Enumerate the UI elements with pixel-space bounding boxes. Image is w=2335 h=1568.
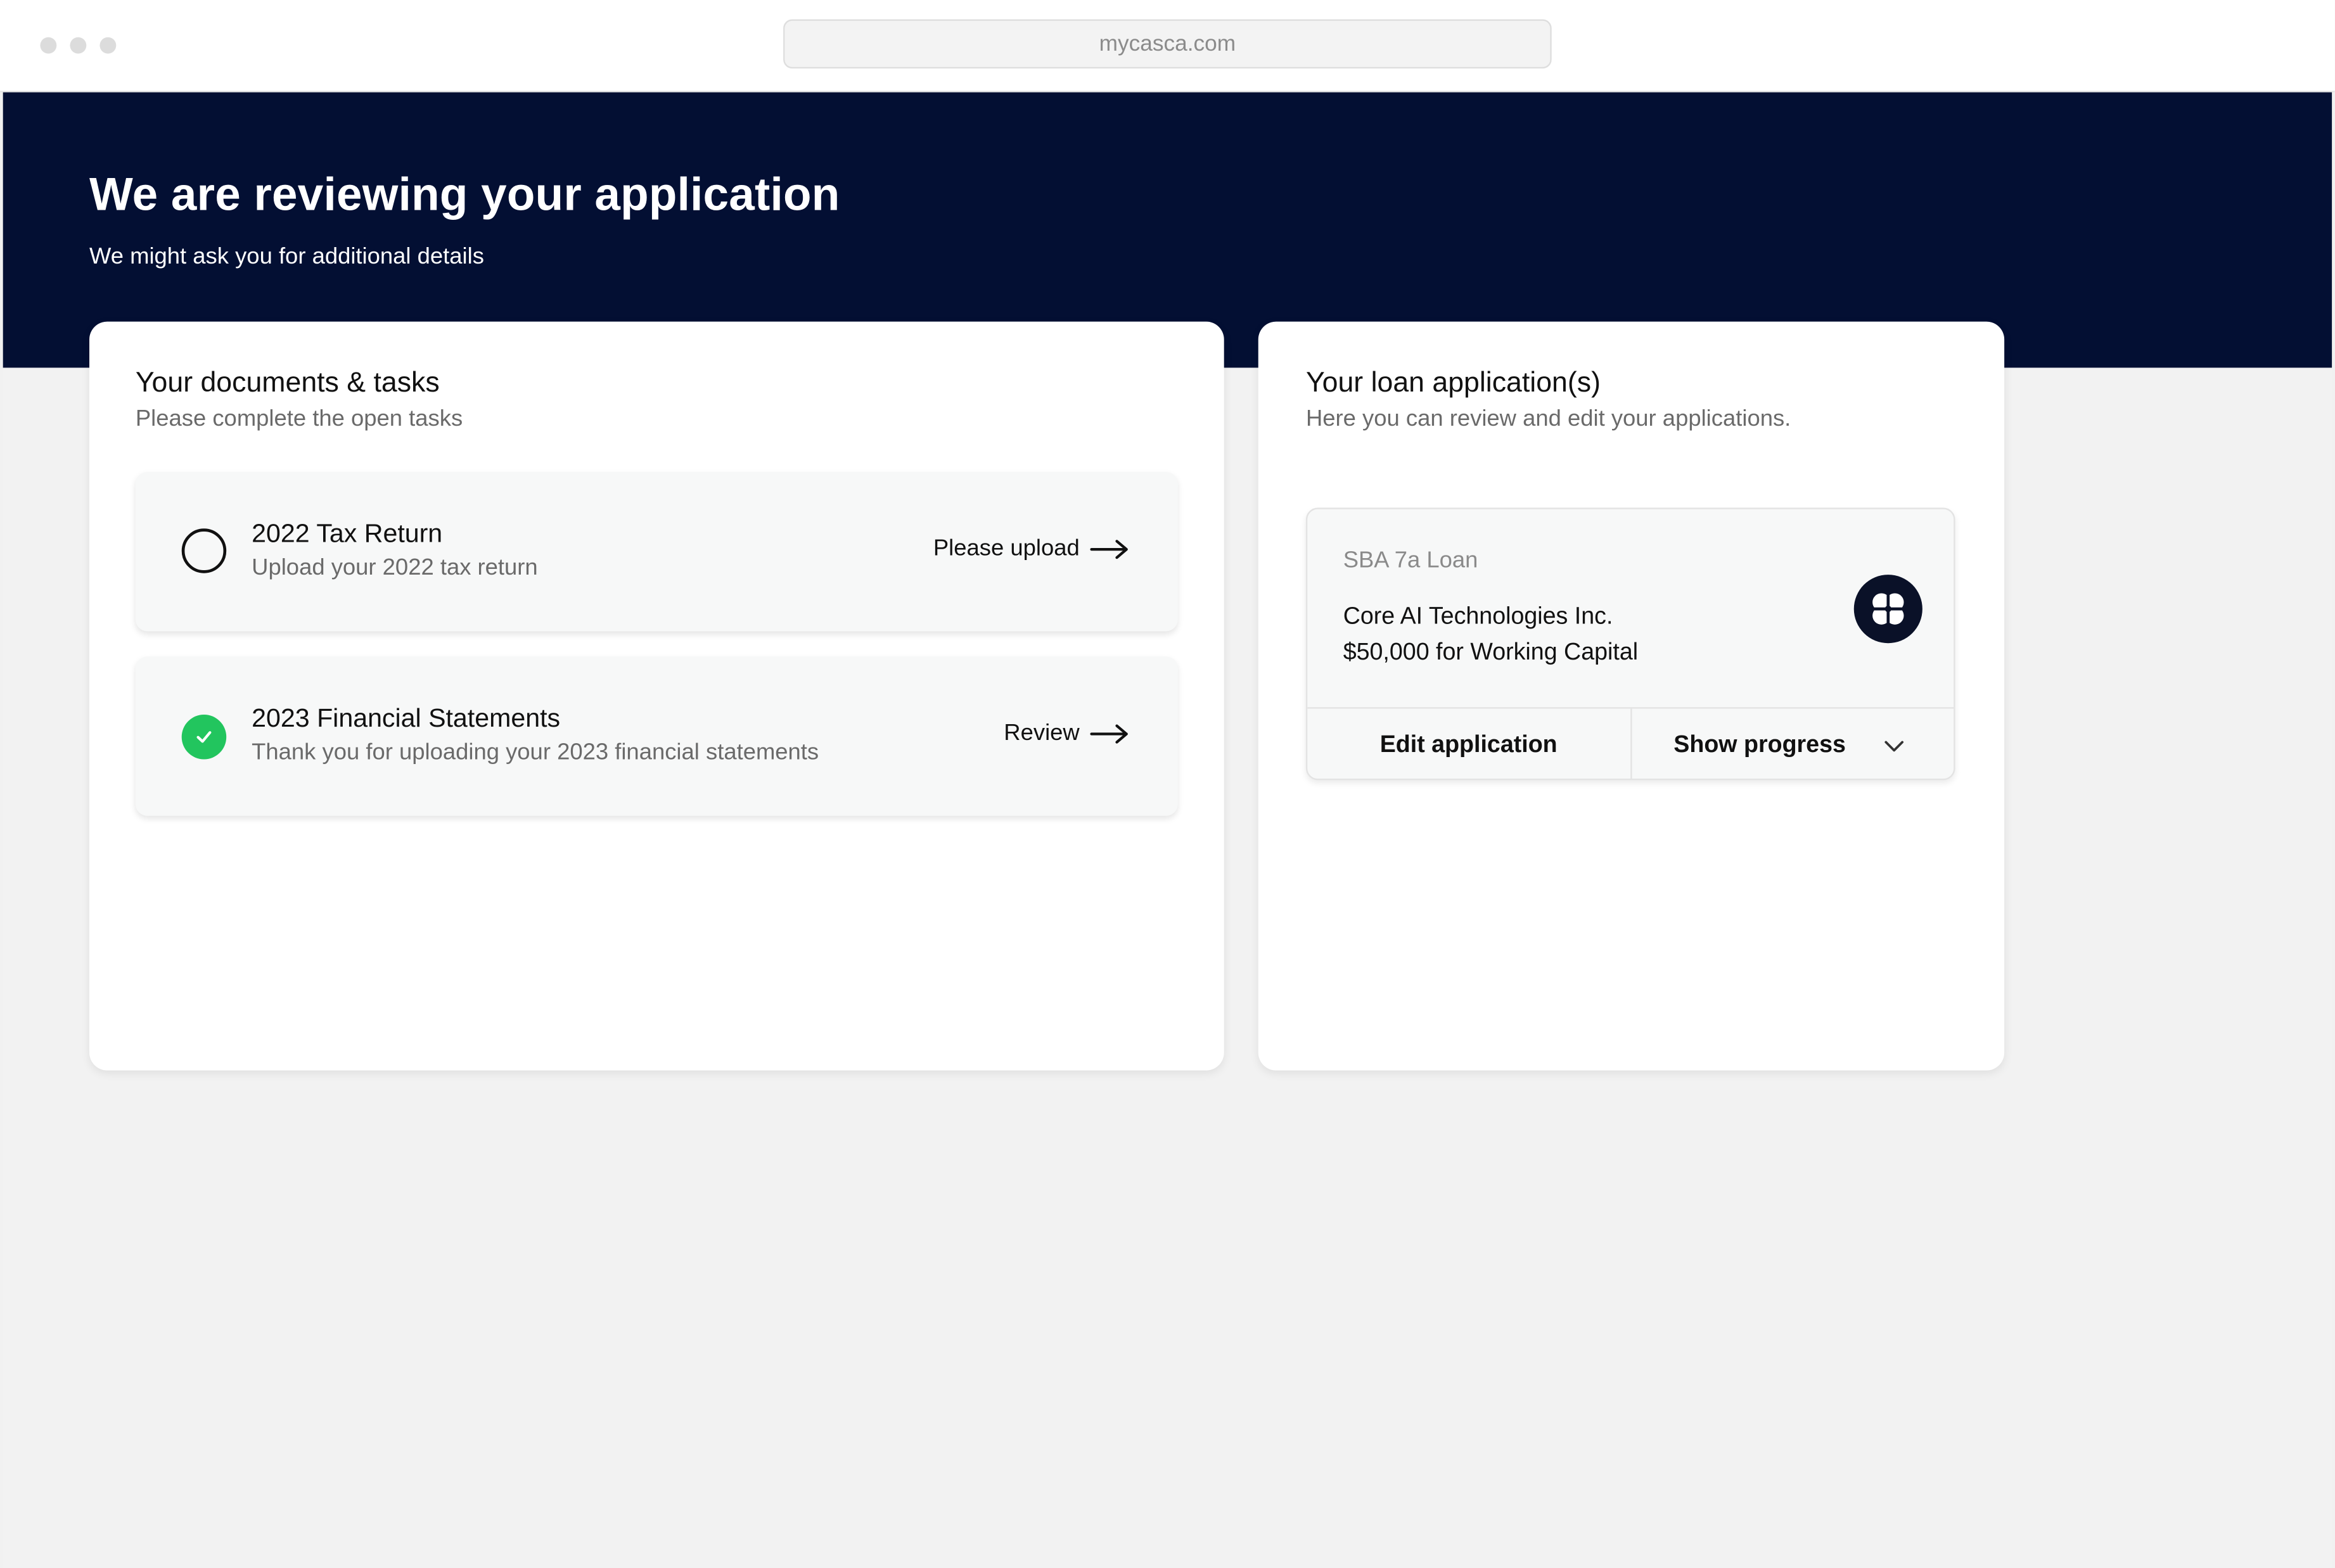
show-progress-label: Show progress <box>1673 732 1846 758</box>
loan-actions: Edit application Show progress <box>1307 707 1954 779</box>
clover-logo-icon <box>1853 575 1922 644</box>
address-bar-url: mycasca.com <box>1099 31 1236 57</box>
loans-card: Your loan application(s) Here you can re… <box>1258 321 2005 1071</box>
arrow-right-icon <box>1090 540 1128 559</box>
edit-application-label: Edit application <box>1379 732 1558 758</box>
task-description: Thank you for uploading your 2023 financ… <box>252 739 819 765</box>
documents-subtitle: Please complete the open tasks <box>135 406 463 432</box>
loan-amount: $50,000 for Working Capital <box>1343 640 1639 666</box>
task-description: Upload your 2022 tax return <box>252 555 538 581</box>
upload-link[interactable]: Please upload <box>933 536 1129 563</box>
task-financial-statements[interactable]: 2023 Financial Statements Thank you for … <box>135 656 1178 816</box>
task-title: 2022 Tax Return <box>252 518 443 548</box>
task-action-label: Please upload <box>933 535 1080 561</box>
empty-circle-icon <box>181 528 227 573</box>
window-close-dot[interactable] <box>40 37 57 54</box>
chevron-down-icon <box>1884 741 1904 752</box>
page-title: We are reviewing your application <box>89 168 840 220</box>
window-zoom-dot[interactable] <box>99 37 117 54</box>
page-subtitle: We might ask you for additional details <box>89 244 484 270</box>
loan-company: Core AI Technologies Inc. <box>1343 604 1613 630</box>
address-bar[interactable]: mycasca.com <box>783 19 1552 69</box>
show-progress-button[interactable]: Show progress <box>1630 708 1954 779</box>
task-tax-return[interactable]: 2022 Tax Return Upload your 2022 tax ret… <box>135 471 1178 632</box>
loans-title: Your loan application(s) <box>1305 367 1601 399</box>
browser-toolbar: mycasca.com <box>0 0 2335 92</box>
review-link[interactable]: Review <box>1004 720 1129 747</box>
window-minimize-dot[interactable] <box>70 37 87 54</box>
loan-application-card: SBA 7a Loan Core AI Technologies Inc. $5… <box>1305 507 1955 781</box>
green-check-icon <box>181 715 227 760</box>
loans-subtitle: Here you can review and edit your applic… <box>1305 406 1791 432</box>
arrow-right-icon <box>1090 724 1128 744</box>
edit-application-button[interactable]: Edit application <box>1307 709 1630 779</box>
task-title: 2023 Financial Statements <box>252 703 561 733</box>
loan-type: SBA 7a Loan <box>1343 547 1478 573</box>
documents-title: Your documents & tasks <box>135 367 440 399</box>
documents-card: Your documents & tasks Please complete t… <box>89 321 1224 1071</box>
app-window: mycasca.com We are reviewing your applic… <box>0 0 2335 1568</box>
task-action-label: Review <box>1004 720 1080 746</box>
